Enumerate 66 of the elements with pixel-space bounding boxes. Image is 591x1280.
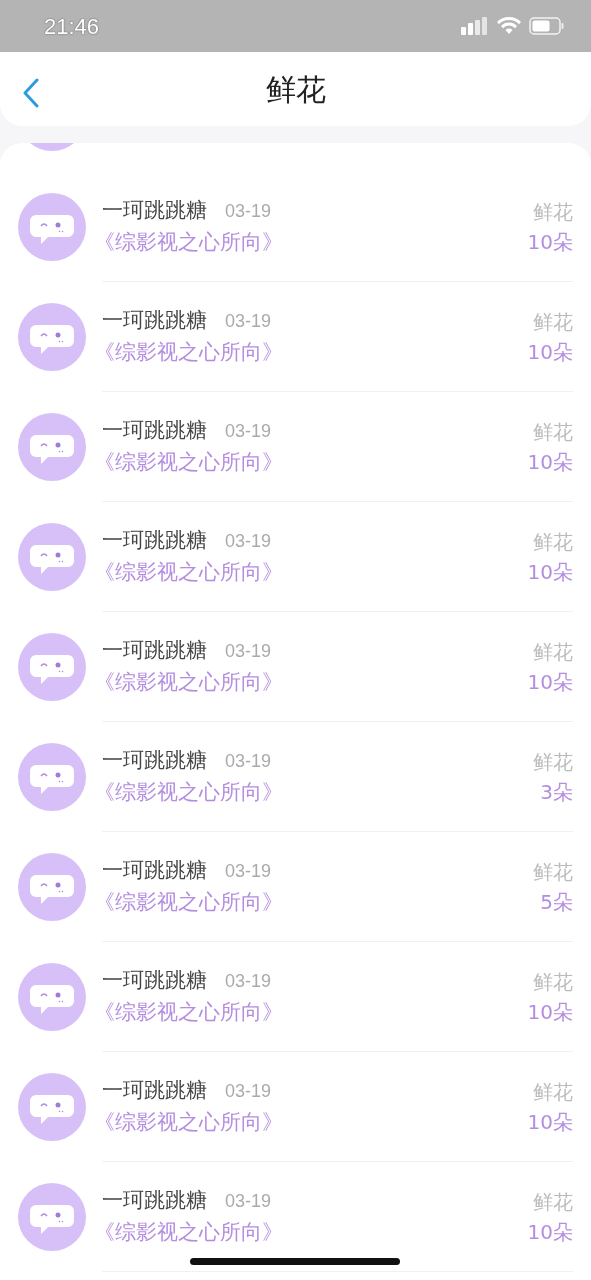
gift-count: 10朵 (527, 998, 573, 1026)
user-name: 一珂跳跳糖 (102, 967, 207, 994)
avatar-icon (18, 1183, 86, 1251)
signal-icon (461, 17, 489, 35)
avatar-icon (18, 413, 86, 481)
gift-type: 鲜花 (533, 638, 573, 666)
book-title[interactable]: 《综影视之心所向》 (94, 446, 283, 478)
gift-count: 10朵 (527, 558, 573, 586)
page-title: 鲜花 (265, 70, 326, 109)
gift-date: 03-19 (225, 200, 272, 223)
gift-date: 03-19 (225, 640, 272, 663)
avatar-icon (18, 1073, 86, 1141)
avatar-icon (18, 523, 86, 591)
gift-count: 10朵 (527, 338, 573, 366)
gift-type: 鲜花 (533, 858, 573, 886)
gift-date: 03-19 (225, 310, 272, 333)
gift-count: 10朵 (527, 668, 573, 696)
avatar-icon (18, 303, 86, 371)
book-title[interactable]: 《综影视之心所向》 (94, 1216, 283, 1248)
user-name: 一珂跳跳糖 (102, 857, 207, 884)
gift-count: 10朵 (527, 228, 573, 256)
wifi-icon (497, 17, 521, 35)
avatar-icon (18, 193, 86, 261)
gift-date: 03-19 (225, 750, 272, 773)
gift-type: 鲜花 (533, 1188, 573, 1216)
gift-count: 10朵 (527, 1108, 573, 1136)
gift-count: 10朵 (527, 448, 573, 476)
gift-date: 03-19 (225, 420, 272, 443)
avatar-icon (18, 853, 86, 921)
gift-type: 鲜花 (533, 198, 573, 226)
book-title[interactable]: 《综影视之心所向》 (94, 886, 283, 918)
avatar-icon (18, 743, 86, 811)
gift-count: 10朵 (527, 1218, 573, 1246)
book-title[interactable]: 《综影视之心所向》 (94, 336, 283, 368)
gift-date: 03-19 (225, 860, 272, 883)
gift-date: 03-19 (225, 530, 272, 553)
book-title[interactable]: 《综影视之心所向》 (94, 666, 283, 698)
user-name: 一珂跳跳糖 (102, 417, 207, 444)
gift-date: 03-19 (225, 1190, 272, 1213)
user-name: 一珂跳跳糖 (102, 527, 207, 554)
user-name: 一珂跳跳糖 (102, 197, 207, 224)
back-icon[interactable] (22, 78, 40, 108)
avatar-icon (18, 963, 86, 1031)
user-name: 一珂跳跳糖 (102, 1187, 207, 1214)
status-time: 21:46 (44, 12, 100, 41)
user-name: 一珂跳跳糖 (102, 1077, 207, 1104)
gift-count: 3朵 (540, 778, 573, 806)
user-name: 一珂跳跳糖 (102, 637, 207, 664)
gift-type: 鲜花 (533, 1078, 573, 1106)
book-title[interactable]: 《综影视之心所向》 (94, 226, 283, 258)
book-title[interactable]: 《综影视之心所向》 (94, 996, 283, 1028)
book-title[interactable]: 《综影视之心所向》 (94, 1106, 283, 1138)
gift-count: 5朵 (540, 888, 573, 916)
user-name: 一珂跳跳糖 (102, 307, 207, 334)
gift-type: 鲜花 (533, 418, 573, 446)
gift-type: 鲜花 (533, 528, 573, 556)
gift-type: 鲜花 (533, 968, 573, 996)
gift-date: 03-19 (225, 970, 272, 993)
gift-date: 03-19 (225, 1080, 272, 1103)
book-title[interactable]: 《综影视之心所向》 (94, 776, 283, 808)
gift-type: 鲜花 (533, 748, 573, 776)
book-title[interactable]: 《综影视之心所向》 (94, 556, 283, 588)
user-name: 一珂跳跳糖 (102, 747, 207, 774)
battery-icon (529, 17, 565, 35)
avatar-icon (18, 633, 86, 701)
gift-type: 鲜花 (533, 308, 573, 336)
